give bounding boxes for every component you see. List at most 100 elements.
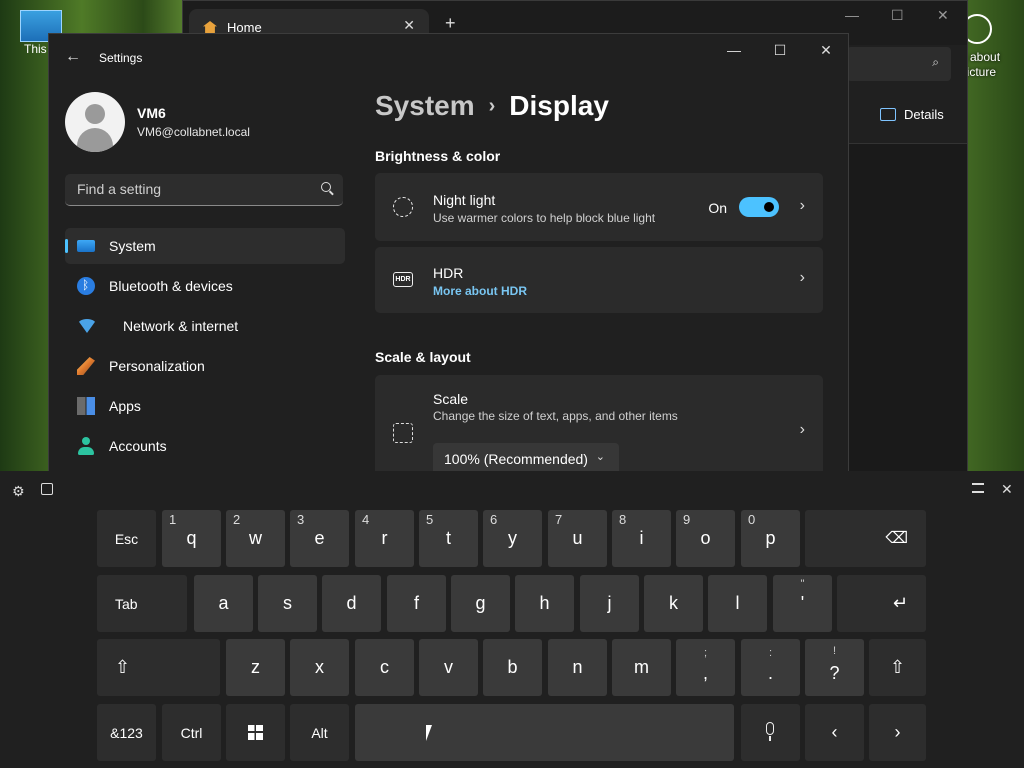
back-button[interactable]: ← bbox=[65, 48, 81, 66]
key-left-arrow[interactable]: ‹ bbox=[805, 704, 864, 761]
key-r[interactable]: 4r bbox=[355, 510, 414, 567]
key-backspace[interactable]: ⌫ bbox=[805, 510, 926, 567]
desktop-learn-about-picture[interactable]: n about picture bbox=[960, 14, 1024, 80]
key-t[interactable]: 5t bbox=[419, 510, 478, 567]
sun-icon bbox=[393, 197, 413, 217]
scale-card[interactable]: Scale Change the size of text, apps, and… bbox=[375, 375, 823, 471]
more-about-hdr-link[interactable]: More about HDR bbox=[433, 284, 527, 298]
sidebar-item-label: Apps bbox=[109, 398, 141, 414]
chevron-right-icon: › bbox=[799, 197, 805, 214]
sidebar-item-system[interactable]: System bbox=[65, 228, 345, 264]
key-windows[interactable] bbox=[226, 704, 285, 761]
user-name: VM6 bbox=[137, 105, 166, 121]
key-enter[interactable]: ↵ bbox=[837, 575, 926, 632]
key-a[interactable]: a bbox=[194, 575, 253, 632]
microphone-icon bbox=[766, 722, 774, 735]
key-z[interactable]: z bbox=[226, 639, 285, 696]
dock-keyboard-icon[interactable] bbox=[972, 483, 984, 493]
search-box[interactable]: ⌕ bbox=[847, 47, 951, 81]
key-symbols[interactable]: &123 bbox=[97, 704, 156, 761]
key-m[interactable]: m bbox=[612, 639, 671, 696]
key-period[interactable]: :. bbox=[741, 639, 800, 696]
sidebar-item-network[interactable]: Network & internet bbox=[65, 308, 345, 344]
sidebar-item-accounts[interactable]: Accounts bbox=[65, 428, 345, 464]
microphone-stand bbox=[769, 736, 771, 741]
details-button[interactable]: Details bbox=[880, 107, 944, 122]
key-b[interactable]: b bbox=[483, 639, 542, 696]
key-comma[interactable]: ;, bbox=[676, 639, 735, 696]
key-e[interactable]: 3e bbox=[290, 510, 349, 567]
breadcrumb-parent[interactable]: System bbox=[375, 90, 475, 122]
key-i[interactable]: 8i bbox=[612, 510, 671, 567]
night-light-toggle[interactable] bbox=[739, 197, 779, 217]
dropdown-value: 100% (Recommended) bbox=[444, 451, 588, 467]
avatar-body bbox=[77, 128, 113, 152]
key-question[interactable]: !? bbox=[805, 639, 864, 696]
emoji-panel-icon[interactable] bbox=[41, 483, 53, 495]
key-w[interactable]: 2w bbox=[226, 510, 285, 567]
key-x[interactable]: x bbox=[290, 639, 349, 696]
key-shift-right[interactable]: ⇧ bbox=[869, 639, 926, 696]
section-scale-layout: Scale & layout bbox=[375, 349, 471, 365]
shift-icon: ⇧ bbox=[115, 657, 131, 677]
key-q[interactable]: 1q bbox=[162, 510, 221, 567]
key-d[interactable]: d bbox=[322, 575, 381, 632]
scale-icon bbox=[393, 423, 413, 443]
desktop-icon-label: n about picture bbox=[960, 50, 1001, 79]
key-alt[interactable]: Alt bbox=[290, 704, 349, 761]
details-label: Details bbox=[904, 107, 944, 122]
key-space[interactable] bbox=[355, 704, 734, 761]
scale-dropdown[interactable]: 100% (Recommended) ⌄ bbox=[433, 443, 619, 471]
key-g[interactable]: g bbox=[451, 575, 510, 632]
minimize-button[interactable]: — bbox=[845, 7, 859, 23]
sidebar-item-label: Network & internet bbox=[123, 318, 239, 334]
minimize-button[interactable]: — bbox=[714, 42, 754, 58]
key-j[interactable]: j bbox=[580, 575, 639, 632]
key-c[interactable]: c bbox=[355, 639, 414, 696]
enter-icon: ↵ bbox=[892, 593, 908, 613]
card-title: HDR bbox=[433, 265, 464, 281]
key-s[interactable]: s bbox=[258, 575, 317, 632]
key-n[interactable]: n bbox=[548, 639, 607, 696]
night-light-card[interactable]: Night light Use warmer colors to help bl… bbox=[375, 173, 823, 241]
key-right-arrow[interactable]: › bbox=[869, 704, 926, 761]
avatar bbox=[65, 92, 125, 152]
sidebar-item-apps[interactable]: Apps bbox=[65, 388, 345, 424]
key-apostrophe[interactable]: " ' bbox=[773, 575, 832, 632]
person-icon bbox=[77, 437, 95, 455]
key-v[interactable]: v bbox=[419, 639, 478, 696]
chevron-right-icon: › bbox=[894, 722, 901, 742]
find-setting-field[interactable] bbox=[65, 174, 343, 206]
details-pane bbox=[849, 143, 967, 472]
key-o[interactable]: 9o bbox=[676, 510, 735, 567]
key-h[interactable]: h bbox=[515, 575, 574, 632]
key-u[interactable]: 7u bbox=[548, 510, 607, 567]
wifi-icon bbox=[77, 319, 97, 333]
key-esc[interactable]: Esc bbox=[97, 510, 156, 567]
page-title: Display bbox=[509, 90, 609, 121]
gear-icon[interactable]: ⚙ bbox=[12, 483, 25, 500]
maximize-button[interactable]: ☐ bbox=[760, 42, 800, 59]
close-keyboard-icon[interactable]: ✕ bbox=[1001, 481, 1013, 498]
shift-icon: ⇧ bbox=[889, 657, 906, 677]
close-button[interactable]: ✕ bbox=[806, 42, 846, 59]
key-l[interactable]: l bbox=[708, 575, 767, 632]
key-shift-left[interactable]: ⇧ bbox=[97, 639, 220, 696]
close-button[interactable]: ✕ bbox=[937, 7, 949, 24]
close-tab-icon[interactable]: ✕ bbox=[403, 17, 415, 34]
search-input[interactable] bbox=[75, 180, 309, 198]
sidebar-item-label: System bbox=[109, 238, 156, 254]
key-tab[interactable]: Tab bbox=[97, 575, 187, 632]
sidebar-item-personalization[interactable]: Personalization bbox=[65, 348, 345, 384]
key-k[interactable]: k bbox=[644, 575, 703, 632]
key-microphone[interactable] bbox=[741, 704, 800, 761]
key-ctrl[interactable]: Ctrl bbox=[162, 704, 221, 761]
maximize-button[interactable]: ☐ bbox=[891, 7, 904, 24]
key-f[interactable]: f bbox=[387, 575, 446, 632]
key-y[interactable]: 6y bbox=[483, 510, 542, 567]
new-tab-button[interactable]: + bbox=[445, 13, 456, 34]
hdr-card[interactable]: HDR HDR More about HDR › bbox=[375, 247, 823, 313]
user-profile[interactable]: VM6 VM6@collabnet.local bbox=[65, 92, 250, 152]
key-p[interactable]: 0p bbox=[741, 510, 800, 567]
sidebar-item-bluetooth[interactable]: Bluetooth & devices bbox=[65, 268, 345, 304]
